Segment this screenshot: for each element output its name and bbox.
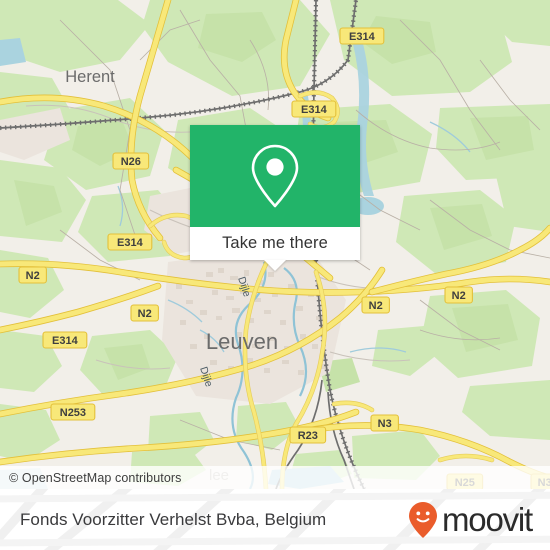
road-shield-n2: N2: [361, 296, 390, 314]
take-me-there-label: Take me there: [222, 234, 328, 252]
svg-text:E314: E314: [301, 104, 328, 116]
moovit-place-card: .g{fill:#cfe8b6} .g2{fill:#c6e2a9} .w{fi…: [0, 0, 550, 550]
road-shield-n26: N26: [112, 152, 150, 170]
svg-text:N2: N2: [26, 270, 40, 282]
map-pin-icon: [251, 144, 299, 208]
moovit-logo[interactable]: moovit: [408, 501, 533, 539]
map-label-leuven: Leuven: [206, 329, 278, 354]
map-label-herent: Herent: [65, 68, 115, 86]
moovit-smiley-pin-icon: [409, 501, 437, 538]
svg-text:E314: E314: [349, 31, 376, 43]
card-marker-area: [190, 125, 360, 227]
map-attribution-text: © OpenStreetMap contributors: [9, 470, 182, 485]
svg-text:E314: E314: [117, 237, 144, 249]
place-title: Fonds Voorzitter Verhelst Bvba, Belgium: [20, 509, 327, 529]
road-shield-e314: E314: [107, 233, 153, 251]
svg-text:N3: N3: [378, 418, 392, 430]
svg-text:N253: N253: [60, 407, 86, 419]
road-shield-e314: E314: [339, 27, 385, 45]
svg-text:N2: N2: [452, 290, 466, 302]
road-shield-n2: N2: [130, 304, 159, 322]
take-me-there-button[interactable]: Take me there: [190, 227, 360, 260]
svg-text:N2: N2: [138, 308, 152, 320]
svg-text:R23: R23: [298, 430, 318, 442]
road-shield-r23: R23: [289, 426, 327, 444]
svg-text:N26: N26: [121, 156, 141, 168]
road-shield-n2: N2: [18, 266, 47, 284]
svg-text:N2: N2: [369, 300, 383, 312]
road-shield-n2: N2: [444, 286, 473, 304]
moovit-wordmark: moovit: [442, 501, 533, 538]
take-me-there-card[interactable]: Take me there: [190, 125, 360, 271]
road-shield-e314: E314: [42, 331, 88, 349]
svg-text:E314: E314: [52, 335, 79, 347]
card-pointer: [264, 260, 286, 271]
map-attribution: © OpenStreetMap contributors: [0, 466, 550, 489]
road-shield-n253: N253: [50, 403, 96, 421]
footer-bar: Fonds Voorzitter Verhelst Bvba, Belgium …: [0, 489, 550, 550]
road-shield-n3: N3: [370, 414, 399, 432]
road-shield-e314: E314: [291, 100, 337, 118]
